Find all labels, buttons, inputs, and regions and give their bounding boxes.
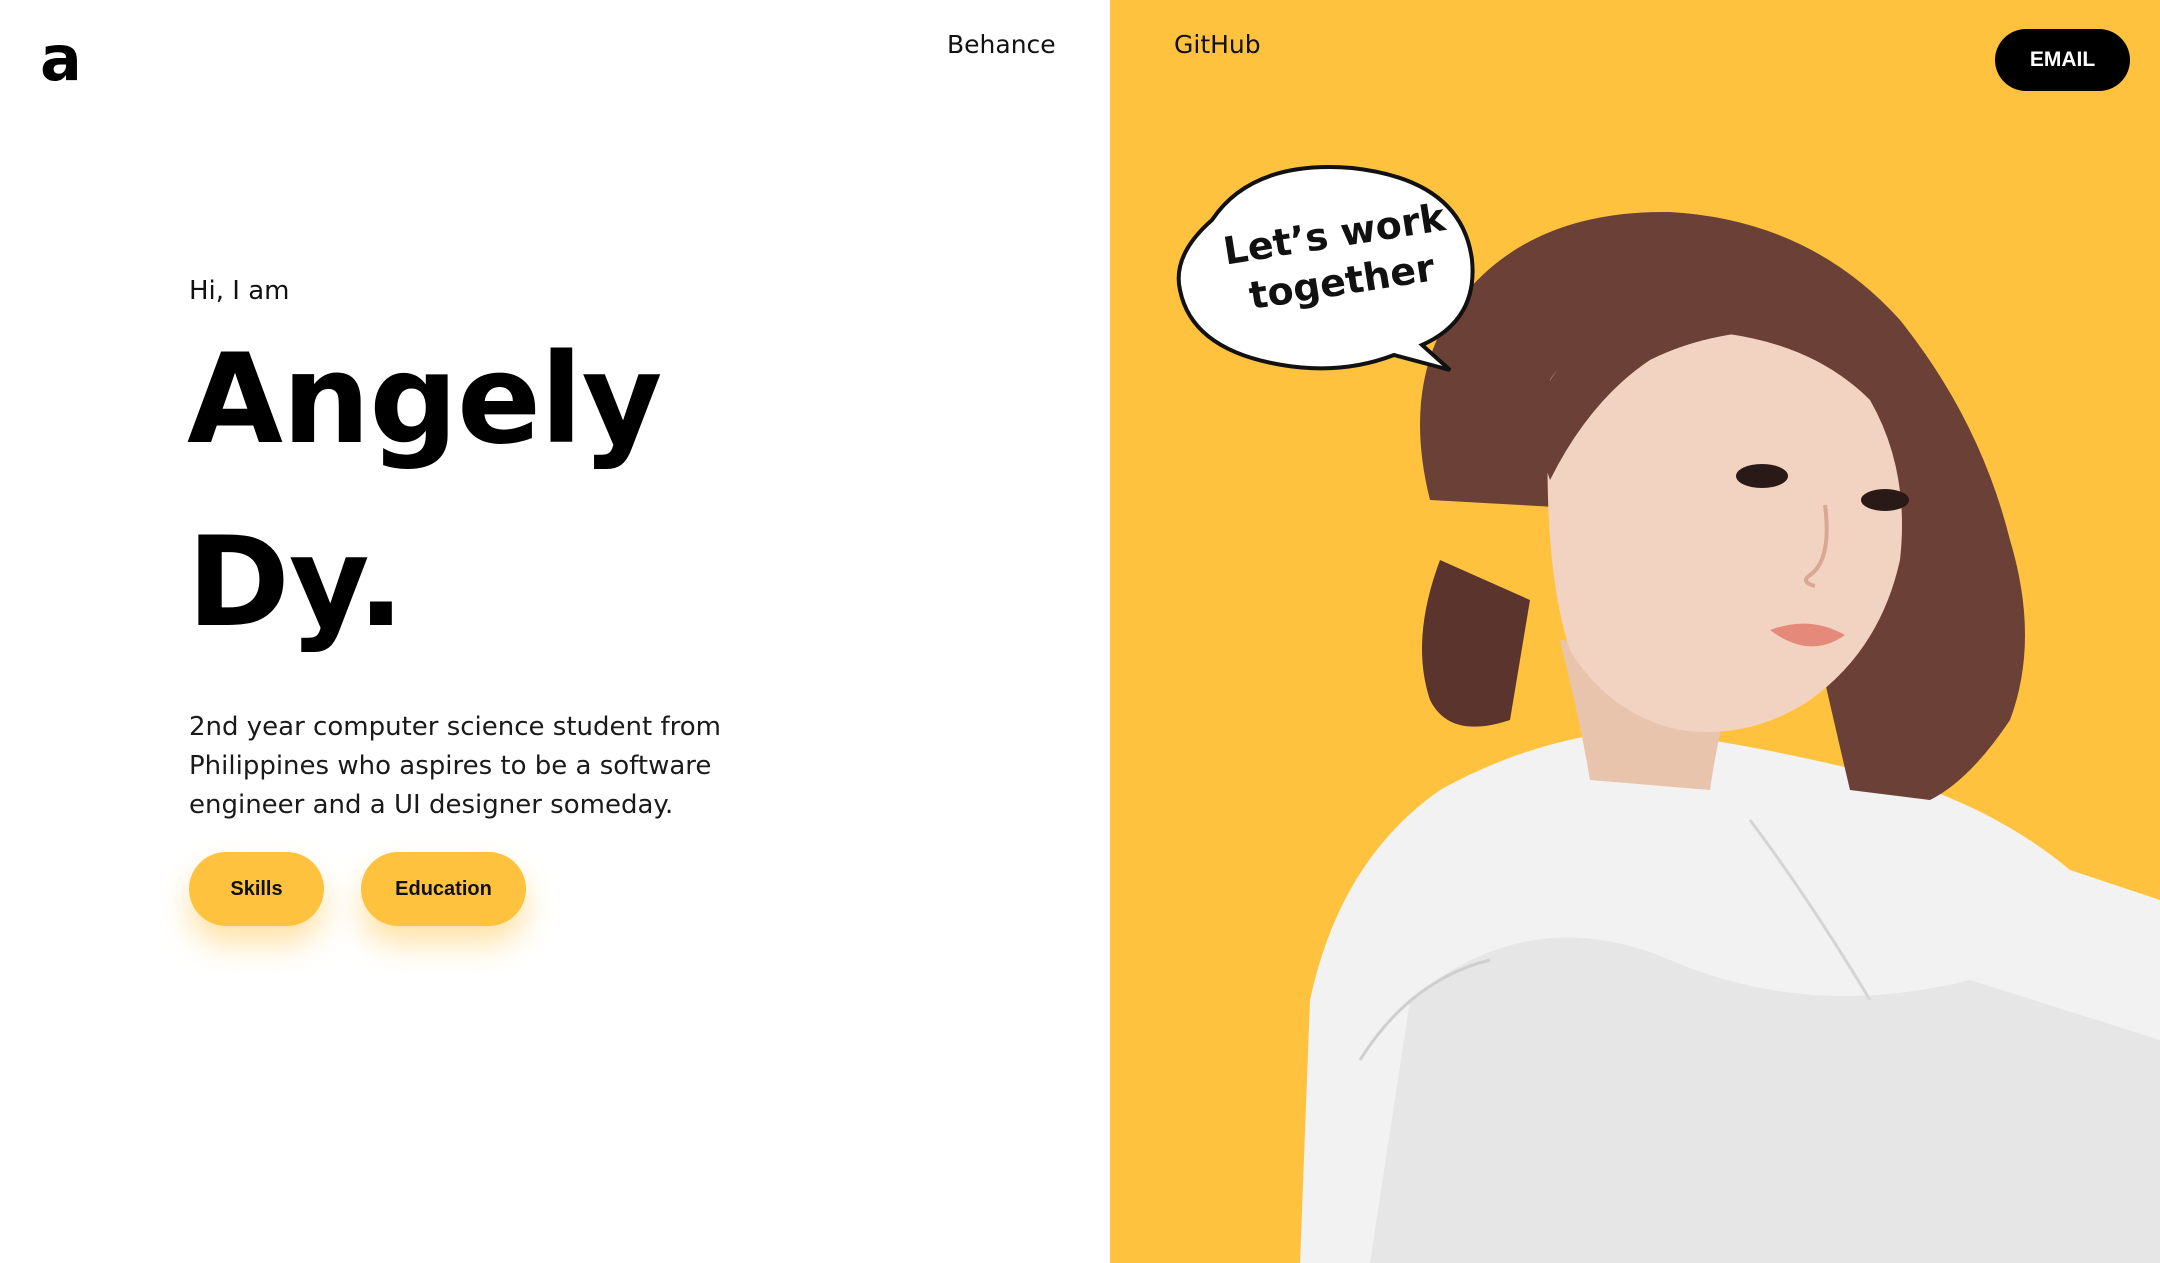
education-button[interactable]: Education <box>361 852 526 926</box>
nav-link-behance[interactable]: Behance <box>947 30 1056 59</box>
name-last: Dy. <box>187 511 404 655</box>
skills-button[interactable]: Skills <box>189 852 324 926</box>
bio-text: 2nd year computer science student from P… <box>189 712 721 820</box>
email-button[interactable]: EMAIL <box>1995 29 2130 91</box>
name-first: Angely <box>187 328 662 472</box>
site-logo[interactable]: a <box>40 28 82 90</box>
page: Let’s work together a Behance GitHub EMA… <box>0 0 2160 1263</box>
portrait-eye-right <box>1861 489 1909 511</box>
nav-link-github[interactable]: GitHub <box>1174 30 1261 59</box>
portrait-eye-left <box>1736 464 1788 488</box>
greeting-text: Hi, I am <box>189 276 290 306</box>
